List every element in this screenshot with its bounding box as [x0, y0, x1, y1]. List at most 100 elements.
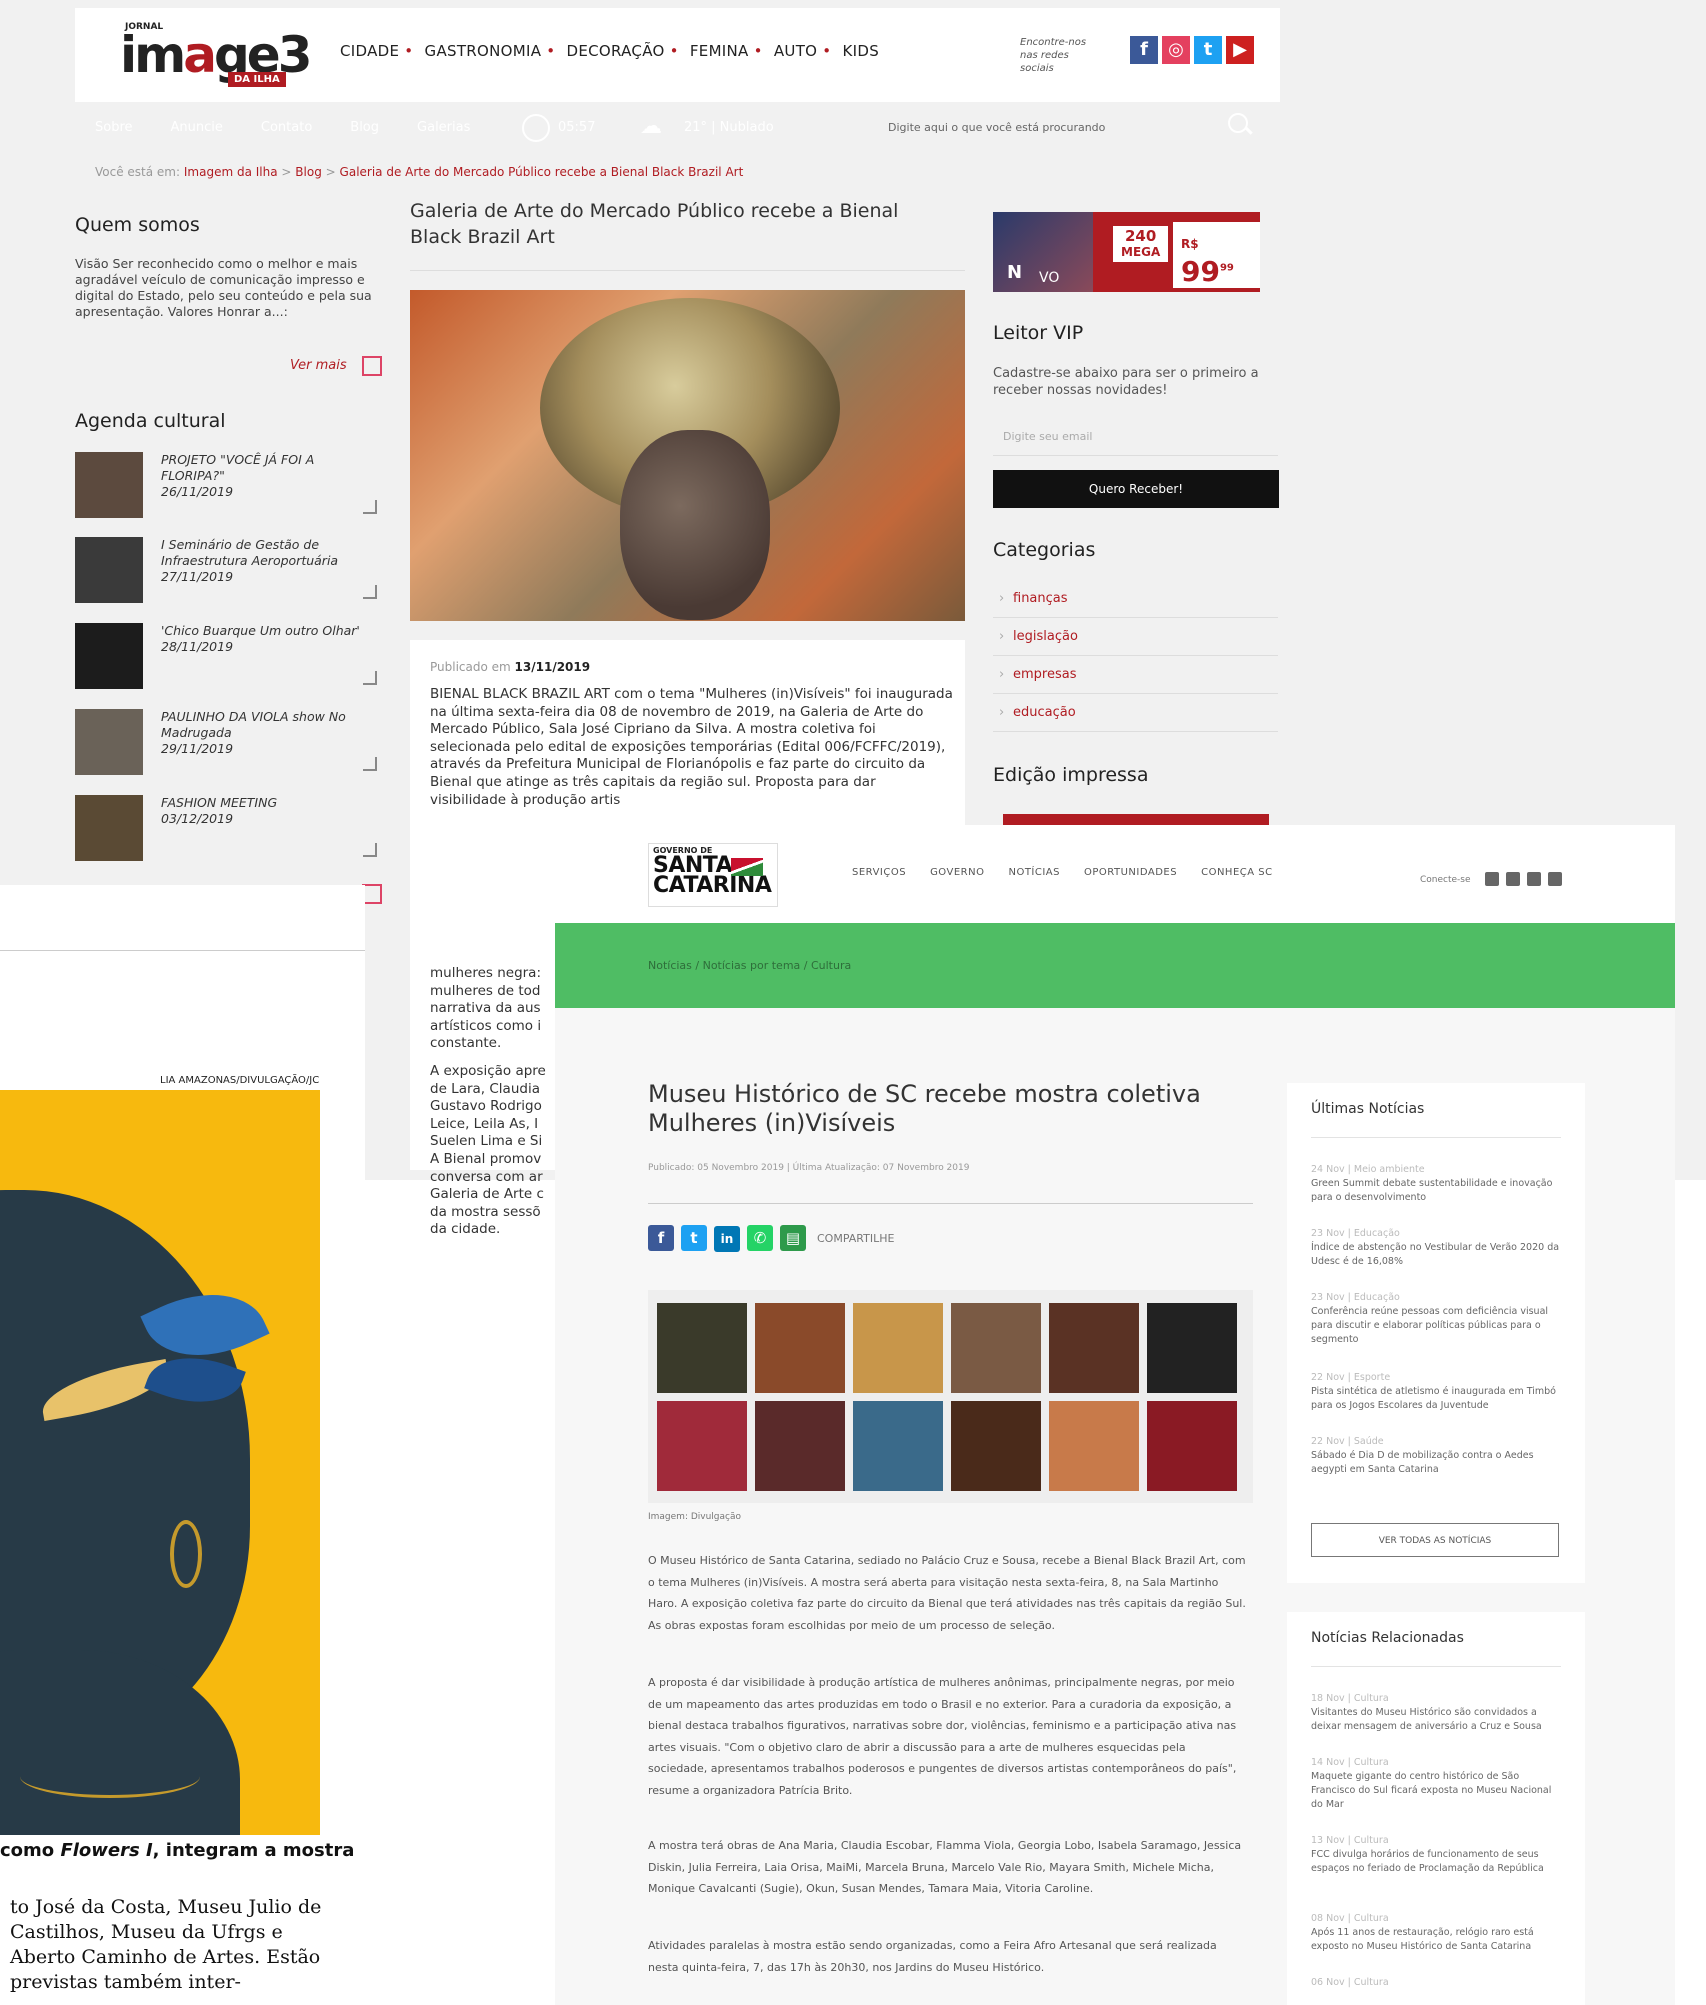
nav-cidade[interactable]: CIDADE: [340, 42, 399, 60]
gallery-thumbnail[interactable]: [1049, 1401, 1139, 1491]
news-item[interactable]: 22 Nov | Esporte Pista sintética de atlet…: [1311, 1371, 1561, 1413]
nav-servicos[interactable]: SERVIÇOS: [852, 867, 906, 878]
agenda-thumbnail: [75, 452, 143, 518]
breadcrumb: Você está em: Imagem da Ilha > Blog > Ga…: [95, 165, 744, 179]
article-body: BIENAL BLACK BRAZIL ART com o tema "Mulh…: [430, 686, 953, 808]
gallery-thumbnail[interactable]: [951, 1401, 1041, 1491]
internet-ad-banner[interactable]: N VO 240 MEGA R$ 9999: [993, 212, 1260, 292]
article-paragraph: A mostra terá obras de Ana Maria, Claudi…: [648, 1839, 1242, 1895]
share-label: COMPARTILHE: [817, 1232, 895, 1245]
corner-icon: [363, 671, 377, 685]
article-paragraph: Atividades paralelas à mostra estão send…: [648, 1939, 1217, 1974]
facebook-icon[interactable]: f: [1130, 36, 1158, 64]
twitter-icon[interactable]: t: [1194, 36, 1222, 64]
nav-sobre[interactable]: Sobre: [95, 120, 133, 135]
external-link-icon[interactable]: [362, 884, 382, 904]
social-icons: [1485, 871, 1569, 890]
gallery-thumbnail[interactable]: [1147, 1401, 1237, 1491]
image-credit: Imagem: Divulgação: [648, 1512, 742, 1522]
gallery-thumbnail[interactable]: [1049, 1303, 1139, 1393]
gallery-thumbnail[interactable]: [853, 1303, 943, 1393]
article-title: Museu Histórico de SC recebe mostra cole…: [648, 1080, 1201, 1137]
news-item[interactable]: 13 Nov | Cultura FCC divulga horários de …: [1311, 1834, 1561, 1876]
print-icon[interactable]: ▤: [780, 1225, 806, 1251]
article-hero-image: [410, 290, 965, 621]
breadcrumb[interactable]: Notícias / Notícias por tema / Cultura: [648, 959, 851, 972]
instagram-icon[interactable]: [1548, 872, 1562, 886]
search-icon[interactable]: [1228, 113, 1248, 133]
agenda-item[interactable]: I Seminário de Gestão de Infraestrutura …: [75, 537, 385, 607]
category-item[interactable]: educação: [993, 694, 1278, 732]
clipping-body: to José da Costa, Museu Julio de Castilh…: [10, 1896, 322, 1993]
divider: [0, 950, 365, 951]
gallery-thumbnail[interactable]: [657, 1401, 747, 1491]
youtube-icon[interactable]: ▶: [1226, 36, 1254, 64]
artwork-gallery: [648, 1290, 1253, 1503]
twitter-icon[interactable]: t: [681, 1225, 707, 1251]
quem-somos-text: Visão Ser reconhecido como o melhor e ma…: [75, 256, 372, 319]
agenda-cultural-heading: Agenda cultural: [75, 410, 226, 432]
email-field[interactable]: Digite seu email: [993, 418, 1278, 456]
article-paragraph: O Museu Histórico de Santa Catarina, sed…: [648, 1554, 1246, 1632]
ver-todas-button[interactable]: VER TODAS AS NOTÍCIAS: [1311, 1523, 1559, 1557]
external-link-icon[interactable]: [362, 356, 382, 376]
category-item[interactable]: legislação: [993, 618, 1278, 656]
agenda-thumbnail: [75, 623, 143, 689]
nav-anuncie[interactable]: Anuncie: [171, 120, 223, 135]
category-item[interactable]: empresas: [993, 656, 1278, 694]
news-item[interactable]: 08 Nov | Cultura Após 11 anos de restaura…: [1311, 1912, 1561, 1954]
article-title: Galeria de Arte do Mercado Público receb…: [410, 200, 899, 248]
news-item[interactable]: 22 Nov | Saúde Sábado é Dia D de mobiliza…: [1311, 1435, 1561, 1477]
nav-gastronomia[interactable]: GASTRONOMIA: [425, 42, 542, 60]
gallery-thumbnail[interactable]: [755, 1303, 845, 1393]
agenda-item[interactable]: PAULINHO DA VIOLA show No Madrugada 29/11…: [75, 709, 385, 779]
gallery-thumbnail[interactable]: [755, 1401, 845, 1491]
nav-femina[interactable]: FEMINA: [690, 42, 749, 60]
imagem-da-ilha-logo[interactable]: JORNAL image3 DA ILHA: [120, 18, 312, 88]
subscribe-button[interactable]: Quero Receber!: [993, 470, 1279, 508]
news-item[interactable]: 18 Nov | Cultura Visitantes do Museu Hist…: [1311, 1692, 1561, 1734]
gallery-thumbnail[interactable]: [853, 1401, 943, 1491]
linkedin-icon[interactable]: in: [714, 1226, 740, 1252]
agenda-item[interactable]: FASHION MEETING 03/12/2019: [75, 795, 385, 865]
nav-decoracao[interactable]: DECORAÇÃO: [567, 42, 665, 60]
sc-nav: SERVIÇOS GOVERNO NOTÍCIAS OPORTUNIDADES CONH…: [852, 867, 1297, 878]
nav-galerias[interactable]: Galerias: [417, 120, 470, 135]
gallery-thumbnail[interactable]: [657, 1303, 747, 1393]
nav-contato[interactable]: Contato: [261, 120, 312, 135]
corner-icon: [363, 500, 377, 514]
nav-governo[interactable]: GOVERNO: [930, 867, 984, 878]
ver-mais-link[interactable]: Ver mais: [290, 358, 347, 373]
category-item[interactable]: finanças: [993, 580, 1278, 618]
gallery-thumbnail[interactable]: [951, 1303, 1041, 1393]
nav-auto[interactable]: AUTO: [774, 42, 817, 60]
breadcrumb-blog[interactable]: Blog: [295, 165, 322, 179]
facebook-icon[interactable]: [1485, 872, 1499, 886]
categorias-heading: Categorias: [993, 539, 1096, 561]
twitter-icon[interactable]: [1506, 872, 1520, 886]
gallery-thumbnail[interactable]: [1147, 1303, 1237, 1393]
nav-oportunidades[interactable]: OPORTUNIDADES: [1084, 867, 1177, 878]
facebook-icon[interactable]: f: [648, 1225, 674, 1251]
santa-catarina-logo[interactable]: GOVERNO DE SANTA CATARINA: [648, 843, 778, 907]
article-paragraph: A proposta é dar visibilidade à produção…: [648, 1676, 1237, 1797]
social-text: Conecte-se: [1420, 875, 1471, 885]
nav-conheca-sc[interactable]: CONHEÇA SC: [1201, 867, 1273, 878]
news-item[interactable]: 14 Nov | Cultura Maquete gigante do centr…: [1311, 1756, 1561, 1812]
agenda-item[interactable]: PROJETO "VOCÊ JÁ FOI A FLORIPA?" 26/11/20…: [75, 452, 385, 522]
breadcrumb-home[interactable]: Imagem da Ilha: [184, 165, 278, 179]
news-item[interactable]: 23 Nov | Educação Conferência reúne pesso…: [1311, 1291, 1561, 1347]
youtube-icon[interactable]: [1527, 872, 1541, 886]
corner-icon: [363, 585, 377, 599]
nav-blog[interactable]: Blog: [350, 120, 379, 135]
nav-noticias[interactable]: NOTÍCIAS: [1008, 867, 1060, 878]
ultimas-noticias-heading: Últimas Notícias: [1311, 1101, 1425, 1117]
nav-kids[interactable]: KIDS: [843, 42, 880, 60]
news-item[interactable]: 06 Nov | Cultura: [1311, 1976, 1561, 1990]
search-input[interactable]: Digite aqui o que você está procurando: [888, 121, 1105, 134]
agenda-item[interactable]: 'Chico Buarque Um outro Olhar' 28/11/2019: [75, 623, 385, 693]
whatsapp-icon[interactable]: ✆: [747, 1225, 773, 1251]
news-item[interactable]: 24 Nov | Meio ambiente Green Summit debat…: [1311, 1163, 1561, 1205]
news-item[interactable]: 23 Nov | Educação Índice de abstenção no …: [1311, 1227, 1561, 1269]
instagram-icon[interactable]: ◎: [1162, 36, 1190, 64]
